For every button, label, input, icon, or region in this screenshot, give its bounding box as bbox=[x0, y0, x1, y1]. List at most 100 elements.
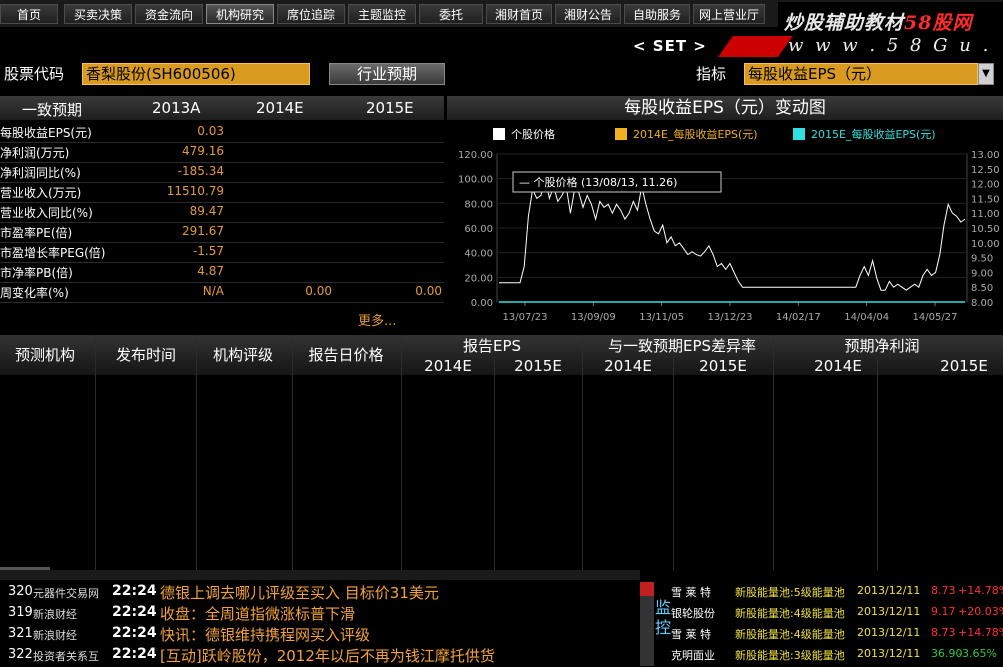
forecast-grid: 预测机构 发布时间 机构评级 报告日价格 报告EPS 与一致预期EPS差异率 预… bbox=[0, 335, 1003, 575]
news-headline[interactable]: [互动]跃岭股份，2012年以后不再为钱江摩托供货 bbox=[160, 645, 495, 666]
x-tick-label: 14/02/17 bbox=[776, 312, 821, 323]
col-eps-2014[interactable]: 2014E bbox=[404, 357, 492, 375]
col-diff-2014[interactable]: 2014E bbox=[584, 357, 672, 375]
y-left-tick-label: 40.00 bbox=[464, 249, 493, 260]
consensus-row: 净利润(万元) 479.16 bbox=[0, 142, 444, 163]
consensus-row: 市盈率PE(倍) 291.67 bbox=[0, 222, 444, 243]
y-right-tick-label: 12.00 bbox=[971, 180, 1000, 191]
stock-code-label: 股票代码 bbox=[4, 65, 65, 83]
legend-swatch bbox=[793, 128, 805, 140]
monitor-item[interactable]: 雪 莱 特 新股能量池:4级能量池 2013/12/11 8.73+14.78% bbox=[655, 626, 1003, 646]
col-eps-2015[interactable]: 2015E bbox=[494, 357, 582, 375]
consensus-metric-name: 周变化率(%) bbox=[0, 286, 69, 300]
set-button[interactable]: < SET > bbox=[633, 37, 707, 55]
consensus-row: 市盈增长率PEG(倍) -1.57 bbox=[0, 242, 444, 263]
grid-divider bbox=[877, 357, 878, 570]
chevron-down-icon[interactable]: ▼ bbox=[978, 63, 994, 85]
monitor-change: +20.03% bbox=[958, 605, 1003, 618]
consensus-value-2013: 89.47 bbox=[189, 204, 224, 218]
x-tick-label: 14/04/04 bbox=[844, 312, 889, 323]
grid-divider bbox=[401, 335, 402, 570]
y-right-tick-label: 12.50 bbox=[971, 165, 1000, 176]
grid-divider bbox=[582, 335, 583, 570]
news-time: 22:24 bbox=[112, 604, 157, 620]
tab-online-hall[interactable]: 网上营业厅 bbox=[693, 4, 765, 24]
consensus-value-2014: 0.00 bbox=[305, 284, 332, 298]
consensus-value-2015: 0.00 bbox=[415, 284, 442, 298]
tab-xiangcai-home[interactable]: 湘财首页 bbox=[486, 4, 552, 24]
consensus-value-2013: 479.16 bbox=[182, 144, 224, 158]
monitor-item[interactable]: 克明面业 新股能量池:3级能量池 2013/12/11 36.90 -3.65% bbox=[655, 647, 1003, 667]
monitor-item[interactable]: 雪 莱 特 新股能量池:5级能量池 2013/12/11 8.73+14.78% bbox=[655, 584, 1003, 604]
consensus-value-2013: -185.34 bbox=[177, 164, 224, 178]
tab-order[interactable]: 委托 bbox=[419, 4, 483, 24]
grid-divider bbox=[196, 335, 197, 570]
tab-trade-decision[interactable]: 买卖决策 bbox=[64, 4, 132, 24]
consensus-row: 营业收入同比(%) 89.47 bbox=[0, 202, 444, 223]
tab-capital-flow[interactable]: 资金流向 bbox=[135, 4, 203, 24]
monitor-signal: 新股能量池:5级能量池 bbox=[735, 586, 845, 599]
eps-line-chart: 120.00 100.00 80.00 60.00 40.00 20.00 0.00 13.0… bbox=[458, 150, 1000, 323]
tab-institution-research[interactable]: 机构研究 bbox=[206, 4, 274, 24]
col-report-price[interactable]: 报告日价格 bbox=[296, 344, 396, 365]
consensus-row: 营业收入(万元) 11510.79 bbox=[0, 182, 444, 203]
consensus-header: 一致预期 2013A 2014E 2015E bbox=[0, 96, 444, 120]
tab-seat-tracking[interactable]: 席位追踪 bbox=[277, 4, 345, 24]
watermark-logo: 炒股辅助教材58股网 w w w . 5 8 G u . c o m bbox=[778, 2, 1003, 77]
monitor-item[interactable]: 银轮股份 新股能量池:4级能量池 2013/12/11 9.17+20.03% bbox=[655, 605, 1003, 625]
x-tick-label: 13/09/09 bbox=[571, 312, 616, 323]
news-headline[interactable]: 快讯：德银维持携程网买入评级 bbox=[160, 624, 370, 645]
y-left-tick-label: 80.00 bbox=[464, 199, 493, 210]
y-right-tick-label: 10.50 bbox=[971, 224, 1000, 235]
consensus-table: 一致预期 2013A 2014E 2015E 每股收益EPS(元) 0.03 净利润… bbox=[0, 96, 444, 330]
more-link[interactable]: 更多... bbox=[358, 310, 396, 329]
col-diff-2015[interactable]: 2015E bbox=[676, 357, 770, 375]
monitor-date: 2013/12/11 bbox=[857, 605, 921, 618]
news-item[interactable]: 322 投资者关系互 22:24 [互动]跃岭股份，2012年以后不再为钱江摩托供货 bbox=[0, 645, 640, 665]
monitor-stock-name: 雪 莱 特 bbox=[671, 586, 711, 599]
monitor-signal: 新股能量池:3级能量池 bbox=[735, 649, 845, 662]
tab-theme-monitor[interactable]: 主题监控 bbox=[348, 4, 416, 24]
monitor-change: +14.78% bbox=[958, 626, 1003, 639]
consensus-value-2013: N/A bbox=[202, 284, 224, 298]
consensus-value-2013: -1.57 bbox=[192, 244, 224, 258]
monitor-price: 8.73 bbox=[931, 584, 956, 597]
y-left-tick-label: 100.00 bbox=[458, 175, 493, 186]
chart-tooltip-value: 个股价格 (13/08/13, 11.26) bbox=[534, 175, 678, 189]
news-time: 22:24 bbox=[112, 646, 157, 662]
col-rating[interactable]: 机构评级 bbox=[198, 344, 288, 365]
col-publish-time[interactable]: 发布时间 bbox=[100, 344, 192, 365]
col-forecast-institution[interactable]: 预测机构 bbox=[0, 344, 90, 365]
y-right-tick-label: 11.00 bbox=[971, 209, 1000, 220]
col-profit-2015[interactable]: 2015E bbox=[906, 357, 1003, 375]
scroll-up-icon[interactable] bbox=[640, 582, 654, 596]
tab-home[interactable]: 首页 bbox=[0, 4, 58, 24]
news-headline[interactable]: 德银上调去哪儿评级至买入 目标价31美元 bbox=[160, 582, 439, 603]
stock-code-input[interactable]: 香梨股份(SH600506) bbox=[82, 63, 310, 85]
news-number: 320 bbox=[8, 584, 33, 599]
tab-self-service[interactable]: 自助服务 bbox=[624, 4, 690, 24]
indicator-select[interactable]: 每股收益EPS（元） bbox=[744, 63, 978, 85]
news-number: 322 bbox=[8, 647, 33, 662]
consensus-metric-name: 营业收入同比(%) bbox=[0, 206, 93, 220]
consensus-metric-name: 市盈率PE(倍) bbox=[0, 226, 73, 240]
news-item[interactable]: 320 元器件交易网 22:24 德银上调去哪儿评级至买入 目标价31美元 bbox=[0, 582, 640, 602]
news-item[interactable]: 321 新浪财经 22:24 快讯：德银维持携程网买入评级 bbox=[0, 624, 640, 644]
legend-item-price: 个股价格 bbox=[493, 126, 555, 142]
news-headline[interactable]: 收盘：全周道指微涨标普下滑 bbox=[160, 603, 355, 624]
monitor-change: +14.78% bbox=[958, 584, 1003, 597]
monitor-date: 2013/12/11 bbox=[857, 584, 921, 597]
consensus-value-2013: 4.87 bbox=[197, 264, 224, 278]
x-tick-label: 13/11/05 bbox=[639, 312, 684, 323]
tab-xiangcai-notice[interactable]: 湘财公告 bbox=[555, 4, 621, 24]
monitor-price: 9.17 bbox=[931, 605, 956, 618]
news-source: 投资者关系互 bbox=[33, 650, 99, 663]
consensus-value-2013: 291.67 bbox=[182, 224, 224, 238]
col-profit-2014[interactable]: 2014E bbox=[776, 357, 900, 375]
news-item[interactable]: 319 新浪财经 22:24 收盘：全周道指微涨标普下滑 bbox=[0, 603, 640, 623]
consensus-metric-name: 每股收益EPS(元) bbox=[0, 126, 92, 140]
industry-forecast-button[interactable]: 行业预期 bbox=[329, 63, 445, 85]
grid-divider bbox=[773, 335, 774, 570]
indicator-label: 指标 bbox=[696, 65, 727, 83]
grid-divider bbox=[673, 357, 674, 570]
